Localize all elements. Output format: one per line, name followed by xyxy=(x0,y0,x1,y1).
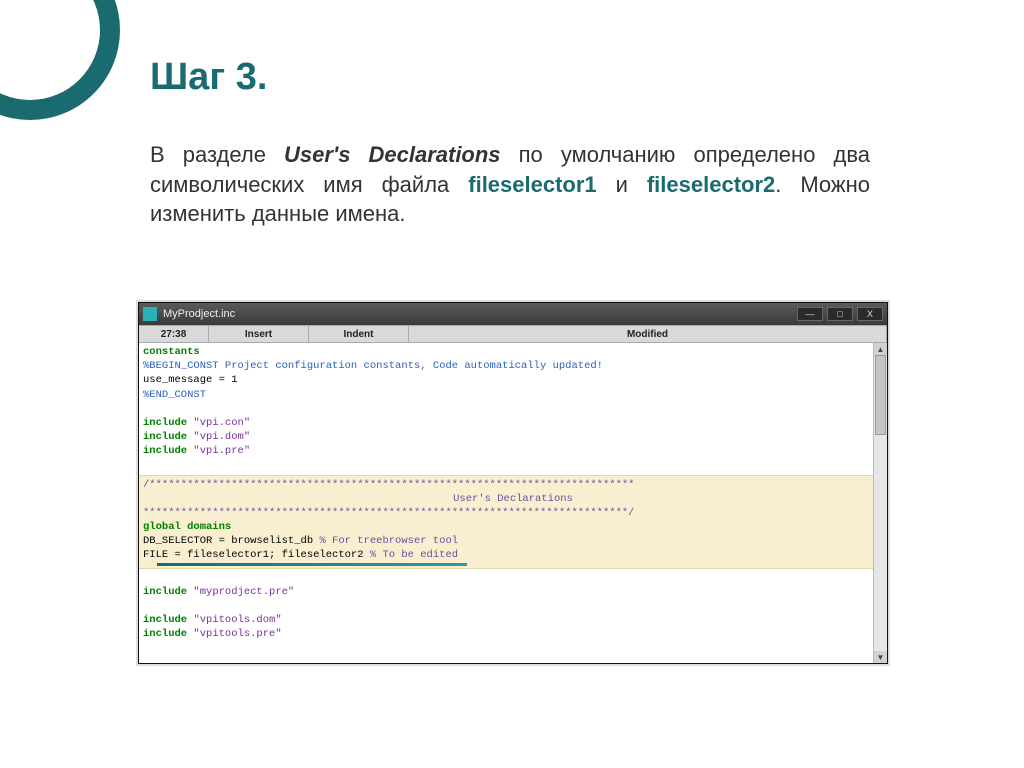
code-string: "vpi.dom" xyxy=(193,431,250,443)
status-indent-mode: Indent xyxy=(309,326,409,342)
vertical-scrollbar[interactable]: ▲ ▼ xyxy=(873,343,887,663)
emphasis-users-declarations: User's Declarations xyxy=(284,142,501,167)
code-directive: %END_CONST xyxy=(143,388,883,402)
code-line: FILE = fileselector1; fileselector2 xyxy=(143,549,370,561)
code-string: "vpi.con" xyxy=(193,417,250,429)
status-insert-mode: Insert xyxy=(209,326,309,342)
text-segment: В разделе xyxy=(150,142,284,167)
minimize-button[interactable]: — xyxy=(797,307,823,321)
slide-title: Шаг 3. xyxy=(150,56,267,99)
code-comment: % To be edited xyxy=(370,549,458,561)
keyword-fileselector2: fileselector2 xyxy=(647,172,775,197)
code-comment: % For treebrowser tool xyxy=(319,535,458,547)
status-cursor-position: 27:38 xyxy=(139,326,209,342)
slide-corner-decoration xyxy=(0,0,120,120)
code-directive: %BEGIN_CONST Project configuration const… xyxy=(143,359,883,373)
code-line: DB_SELECTOR = browselist_db xyxy=(143,535,319,547)
editor-window: MyProdject.inc — □ X 27:38 Insert Indent… xyxy=(138,302,888,664)
underline-highlight xyxy=(157,563,467,566)
maximize-button[interactable]: □ xyxy=(827,307,853,321)
code-keyword: include xyxy=(143,417,193,429)
code-keyword: include xyxy=(143,628,193,640)
code-comment-header: User's Declarations xyxy=(143,492,883,506)
window-title: MyProdject.inc xyxy=(163,308,235,320)
editor-statusbar: 27:38 Insert Indent Modified xyxy=(139,325,887,343)
code-string: "vpitools.dom" xyxy=(193,614,281,626)
code-keyword: include xyxy=(143,431,193,443)
code-string: "vpitools.pre" xyxy=(193,628,281,640)
code-comment: /***************************************… xyxy=(143,478,883,492)
code-keyword: constants xyxy=(143,346,200,358)
close-button[interactable]: X xyxy=(857,307,883,321)
text-segment: и xyxy=(597,172,647,197)
code-keyword: include xyxy=(143,586,193,598)
keyword-fileselector1: fileselector1 xyxy=(468,172,596,197)
scroll-down-arrow-icon[interactable]: ▼ xyxy=(874,651,887,663)
code-string: "vpi.pre" xyxy=(193,445,250,457)
status-modified: Modified xyxy=(409,326,887,342)
code-comment: ****************************************… xyxy=(143,506,883,520)
code-keyword: include xyxy=(143,614,193,626)
highlighted-block: /***************************************… xyxy=(139,475,887,569)
code-line: use_message = 1 xyxy=(143,373,883,387)
code-keyword: include xyxy=(143,445,193,457)
slide-body-text: В разделе User's Declarations по умолчан… xyxy=(150,140,870,229)
scrollbar-thumb[interactable] xyxy=(875,355,886,435)
code-string: "myprodject.pre" xyxy=(193,586,294,598)
scroll-up-arrow-icon[interactable]: ▲ xyxy=(874,343,887,355)
code-area[interactable]: constants %BEGIN_CONST Project configura… xyxy=(139,343,887,663)
app-icon xyxy=(143,307,157,321)
window-titlebar[interactable]: MyProdject.inc — □ X xyxy=(139,303,887,325)
code-keyword: global domains xyxy=(143,521,231,533)
